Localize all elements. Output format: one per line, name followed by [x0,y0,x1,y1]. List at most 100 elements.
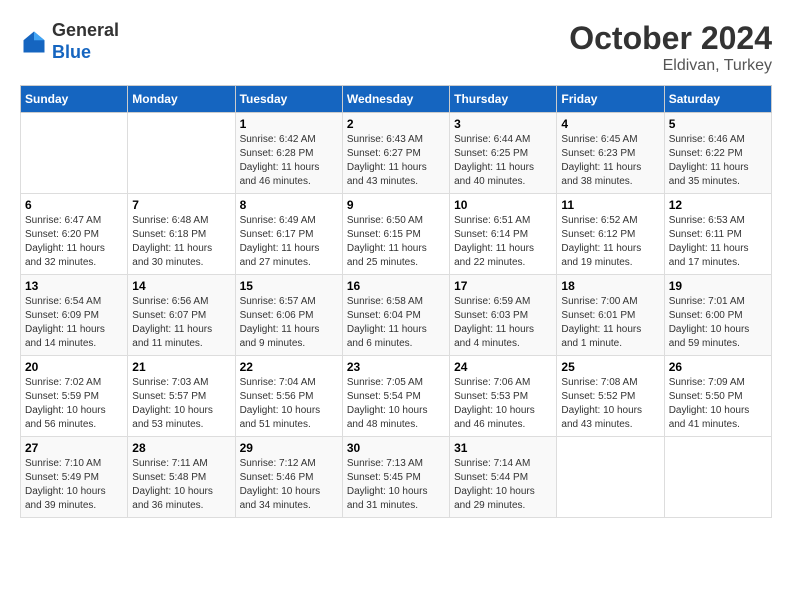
day-detail: Sunrise: 7:00 AMSunset: 6:01 PMDaylight:… [561,295,659,351]
calendar-cell: 25 Sunrise: 7:08 AMSunset: 5:52 PMDaylig… [557,356,664,437]
day-detail: Sunrise: 6:44 AMSunset: 6:25 PMDaylight:… [454,133,552,189]
day-number: 14 [132,279,230,293]
calendar-cell [557,437,664,518]
day-detail: Sunrise: 7:09 AMSunset: 5:50 PMDaylight:… [669,376,767,432]
day-detail: Sunrise: 6:49 AMSunset: 6:17 PMDaylight:… [240,214,338,270]
calendar-cell: 19 Sunrise: 7:01 AMSunset: 6:00 PMDaylig… [664,275,771,356]
calendar-cell: 16 Sunrise: 6:58 AMSunset: 6:04 PMDaylig… [342,275,449,356]
calendar-cell: 9 Sunrise: 6:50 AMSunset: 6:15 PMDayligh… [342,194,449,275]
calendar-header-row: SundayMondayTuesdayWednesdayThursdayFrid… [21,86,772,113]
day-number: 21 [132,360,230,374]
logo: General Blue [20,20,119,63]
calendar-cell: 8 Sunrise: 6:49 AMSunset: 6:17 PMDayligh… [235,194,342,275]
calendar-cell: 20 Sunrise: 7:02 AMSunset: 5:59 PMDaylig… [21,356,128,437]
day-number: 4 [561,117,659,131]
calendar-cell: 18 Sunrise: 7:00 AMSunset: 6:01 PMDaylig… [557,275,664,356]
day-number: 3 [454,117,552,131]
calendar-cell: 21 Sunrise: 7:03 AMSunset: 5:57 PMDaylig… [128,356,235,437]
calendar-cell: 23 Sunrise: 7:05 AMSunset: 5:54 PMDaylig… [342,356,449,437]
day-number: 13 [25,279,123,293]
day-number: 11 [561,198,659,212]
day-detail: Sunrise: 6:57 AMSunset: 6:06 PMDaylight:… [240,295,338,351]
day-detail: Sunrise: 6:50 AMSunset: 6:15 PMDaylight:… [347,214,445,270]
logo-text: General Blue [52,20,119,63]
calendar-cell: 10 Sunrise: 6:51 AMSunset: 6:14 PMDaylig… [450,194,557,275]
calendar-week-row: 1 Sunrise: 6:42 AMSunset: 6:28 PMDayligh… [21,113,772,194]
calendar-cell: 22 Sunrise: 7:04 AMSunset: 5:56 PMDaylig… [235,356,342,437]
day-detail: Sunrise: 7:03 AMSunset: 5:57 PMDaylight:… [132,376,230,432]
day-detail: Sunrise: 7:01 AMSunset: 6:00 PMDaylight:… [669,295,767,351]
day-detail: Sunrise: 7:14 AMSunset: 5:44 PMDaylight:… [454,457,552,513]
day-detail: Sunrise: 7:08 AMSunset: 5:52 PMDaylight:… [561,376,659,432]
calendar-week-row: 20 Sunrise: 7:02 AMSunset: 5:59 PMDaylig… [21,356,772,437]
calendar-table: SundayMondayTuesdayWednesdayThursdayFrid… [20,85,772,518]
calendar-cell [664,437,771,518]
calendar-cell: 17 Sunrise: 6:59 AMSunset: 6:03 PMDaylig… [450,275,557,356]
day-detail: Sunrise: 6:48 AMSunset: 6:18 PMDaylight:… [132,214,230,270]
page-header: General Blue October 2024 Eldivan, Turke… [20,20,772,75]
day-number: 9 [347,198,445,212]
calendar-cell: 27 Sunrise: 7:10 AMSunset: 5:49 PMDaylig… [21,437,128,518]
day-detail: Sunrise: 6:53 AMSunset: 6:11 PMDaylight:… [669,214,767,270]
day-number: 6 [25,198,123,212]
day-detail: Sunrise: 7:13 AMSunset: 5:45 PMDaylight:… [347,457,445,513]
calendar-cell: 30 Sunrise: 7:13 AMSunset: 5:45 PMDaylig… [342,437,449,518]
calendar-cell: 1 Sunrise: 6:42 AMSunset: 6:28 PMDayligh… [235,113,342,194]
logo-icon [20,28,48,56]
day-detail: Sunrise: 6:42 AMSunset: 6:28 PMDaylight:… [240,133,338,189]
day-detail: Sunrise: 6:45 AMSunset: 6:23 PMDaylight:… [561,133,659,189]
day-detail: Sunrise: 7:04 AMSunset: 5:56 PMDaylight:… [240,376,338,432]
day-number: 20 [25,360,123,374]
day-of-week-header: Thursday [450,86,557,113]
day-number: 19 [669,279,767,293]
day-detail: Sunrise: 6:51 AMSunset: 6:14 PMDaylight:… [454,214,552,270]
day-detail: Sunrise: 7:06 AMSunset: 5:53 PMDaylight:… [454,376,552,432]
month-title: October 2024 [569,20,772,57]
calendar-cell: 11 Sunrise: 6:52 AMSunset: 6:12 PMDaylig… [557,194,664,275]
day-detail: Sunrise: 7:10 AMSunset: 5:49 PMDaylight:… [25,457,123,513]
day-detail: Sunrise: 7:05 AMSunset: 5:54 PMDaylight:… [347,376,445,432]
calendar-cell: 29 Sunrise: 7:12 AMSunset: 5:46 PMDaylig… [235,437,342,518]
day-number: 25 [561,360,659,374]
calendar-cell: 12 Sunrise: 6:53 AMSunset: 6:11 PMDaylig… [664,194,771,275]
day-detail: Sunrise: 6:54 AMSunset: 6:09 PMDaylight:… [25,295,123,351]
calendar-cell [21,113,128,194]
day-number: 1 [240,117,338,131]
day-detail: Sunrise: 7:12 AMSunset: 5:46 PMDaylight:… [240,457,338,513]
day-number: 30 [347,441,445,455]
location-subtitle: Eldivan, Turkey [569,57,772,75]
day-detail: Sunrise: 6:59 AMSunset: 6:03 PMDaylight:… [454,295,552,351]
day-number: 23 [347,360,445,374]
day-detail: Sunrise: 6:47 AMSunset: 6:20 PMDaylight:… [25,214,123,270]
calendar-week-row: 13 Sunrise: 6:54 AMSunset: 6:09 PMDaylig… [21,275,772,356]
calendar-cell: 2 Sunrise: 6:43 AMSunset: 6:27 PMDayligh… [342,113,449,194]
calendar-cell: 14 Sunrise: 6:56 AMSunset: 6:07 PMDaylig… [128,275,235,356]
day-number: 22 [240,360,338,374]
day-number: 17 [454,279,552,293]
calendar-cell: 7 Sunrise: 6:48 AMSunset: 6:18 PMDayligh… [128,194,235,275]
day-of-week-header: Wednesday [342,86,449,113]
title-block: October 2024 Eldivan, Turkey [569,20,772,75]
calendar-cell: 5 Sunrise: 6:46 AMSunset: 6:22 PMDayligh… [664,113,771,194]
day-detail: Sunrise: 7:02 AMSunset: 5:59 PMDaylight:… [25,376,123,432]
day-number: 18 [561,279,659,293]
calendar-cell: 13 Sunrise: 6:54 AMSunset: 6:09 PMDaylig… [21,275,128,356]
calendar-cell: 26 Sunrise: 7:09 AMSunset: 5:50 PMDaylig… [664,356,771,437]
calendar-cell: 28 Sunrise: 7:11 AMSunset: 5:48 PMDaylig… [128,437,235,518]
day-detail: Sunrise: 6:52 AMSunset: 6:12 PMDaylight:… [561,214,659,270]
day-number: 2 [347,117,445,131]
day-number: 7 [132,198,230,212]
calendar-cell: 31 Sunrise: 7:14 AMSunset: 5:44 PMDaylig… [450,437,557,518]
day-number: 27 [25,441,123,455]
day-of-week-header: Saturday [664,86,771,113]
calendar-cell: 15 Sunrise: 6:57 AMSunset: 6:06 PMDaylig… [235,275,342,356]
day-number: 28 [132,441,230,455]
day-number: 31 [454,441,552,455]
day-detail: Sunrise: 7:11 AMSunset: 5:48 PMDaylight:… [132,457,230,513]
calendar-cell: 3 Sunrise: 6:44 AMSunset: 6:25 PMDayligh… [450,113,557,194]
calendar-week-row: 6 Sunrise: 6:47 AMSunset: 6:20 PMDayligh… [21,194,772,275]
day-detail: Sunrise: 6:58 AMSunset: 6:04 PMDaylight:… [347,295,445,351]
day-number: 5 [669,117,767,131]
day-number: 16 [347,279,445,293]
day-number: 24 [454,360,552,374]
